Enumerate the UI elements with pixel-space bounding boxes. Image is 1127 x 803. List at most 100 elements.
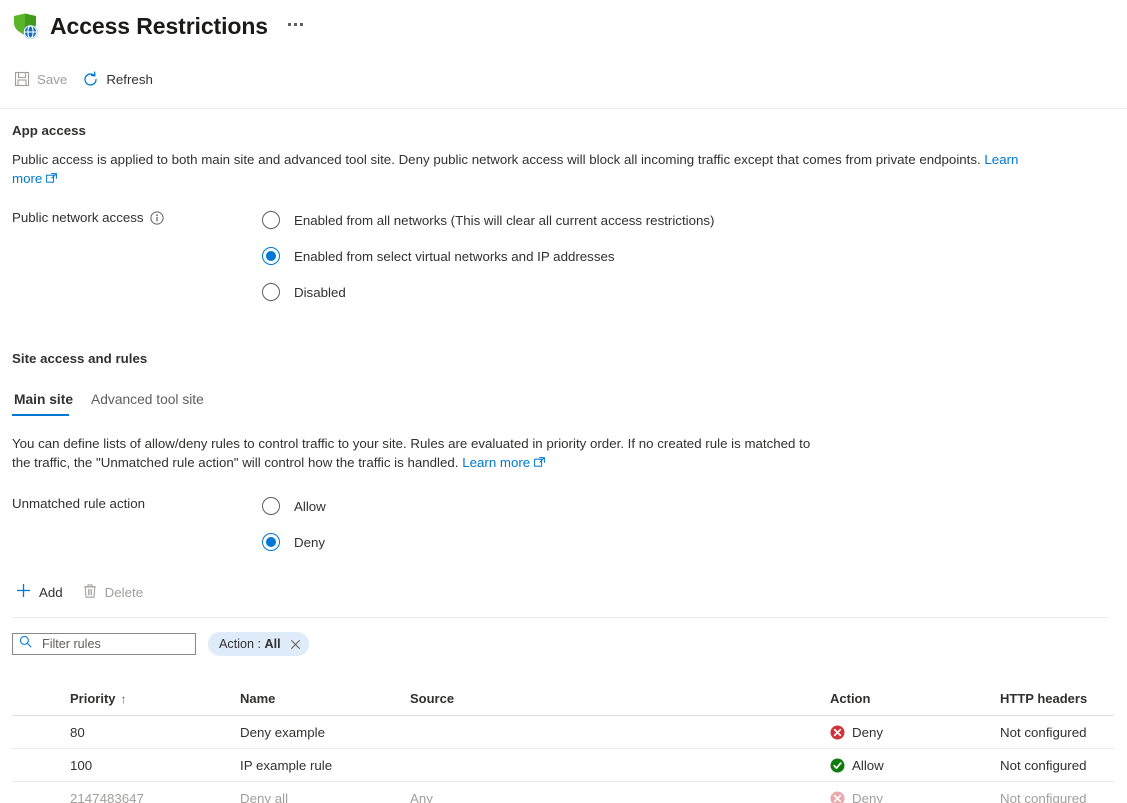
row-name: Deny example — [240, 724, 325, 740]
allow-icon — [830, 758, 845, 773]
row-action-label: Allow — [852, 757, 884, 773]
radio-unmatched-deny[interactable]: Deny — [262, 531, 1115, 553]
deny-icon — [830, 791, 845, 803]
row-source: Any — [410, 790, 433, 803]
column-header-priority[interactable]: Priority ↑ — [70, 691, 240, 706]
radio-unmatched-allow[interactable]: Allow — [262, 495, 1115, 517]
tab-main-site[interactable]: Main site — [12, 388, 79, 416]
shield-globe-icon — [10, 11, 40, 41]
filter-rules-searchbox[interactable] — [12, 633, 204, 655]
refresh-icon — [82, 71, 99, 88]
refresh-button[interactable]: Refresh — [80, 63, 162, 95]
save-button[interactable]: Save — [12, 63, 76, 95]
row-action-label: Deny — [852, 790, 884, 803]
row-priority: 100 — [70, 757, 93, 773]
row-action-label: Deny — [852, 724, 884, 740]
unmatched-rule-action-radio-group: Allow Deny — [262, 495, 1115, 553]
row-http-headers: Not configured — [1000, 790, 1087, 803]
row-http-headers: Not configured — [1000, 724, 1087, 740]
column-header-priority-label: Priority — [70, 691, 116, 706]
action-filter-pill[interactable]: Action : All — [208, 632, 309, 656]
row-priority: 2147483647 — [70, 790, 144, 803]
table-header-row: Priority ↑ Name Source Action HTTP header… — [12, 682, 1114, 716]
row-priority: 80 — [70, 724, 85, 740]
content-area: App access Public access is applied to b… — [0, 123, 1127, 803]
delete-rule-button[interactable]: Delete — [79, 577, 153, 607]
save-label: Save — [37, 71, 68, 87]
radio-enabled-all-networks[interactable]: Enabled from all networks (This will cle… — [262, 209, 1115, 231]
unmatched-rule-action-field: Unmatched rule action Allow Deny — [12, 495, 1115, 553]
column-header-name[interactable]: Name — [240, 691, 410, 706]
action-filter-pill-value: All — [264, 637, 281, 651]
dot-3 — [299, 22, 303, 26]
clear-action-filter-icon[interactable] — [290, 639, 301, 650]
app-access-heading: App access — [12, 123, 86, 138]
external-link-icon-2 — [534, 454, 546, 473]
site-access-description: You can define lists of allow/deny rules… — [12, 434, 832, 473]
save-icon — [14, 71, 30, 87]
sort-ascending-icon: ↑ — [120, 692, 127, 706]
row-name: IP example rule — [240, 757, 333, 773]
tab-advanced-tool-site-label: Advanced tool site — [91, 392, 204, 407]
action-filter-pill-label: Action : — [219, 637, 261, 651]
site-access-heading: Site access and rules — [12, 351, 148, 366]
search-icon — [19, 635, 32, 653]
title-bar: Access Restrictions — [0, 0, 1127, 44]
site-tabs: Main site Advanced tool site — [12, 388, 1115, 416]
trash-icon — [82, 583, 98, 602]
table-row[interactable]: 80 Deny example Deny Not configured — [12, 716, 1114, 749]
radio-enabled-select-networks[interactable]: Enabled from select virtual networks and… — [262, 245, 1115, 267]
external-link-icon — [46, 170, 58, 189]
public-network-access-radio-group: Enabled from all networks (This will cle… — [262, 209, 1115, 303]
tab-main-site-label: Main site — [14, 392, 74, 407]
refresh-label: Refresh — [106, 71, 153, 87]
radio-unmatched-allow-circle[interactable] — [262, 497, 280, 515]
column-header-action[interactable]: Action — [830, 691, 1000, 706]
rules-toolbar-divider — [12, 617, 1109, 618]
app-access-description-text: Public access is applied to both main si… — [12, 152, 981, 167]
radio-enabled-select-networks-circle[interactable] — [262, 247, 280, 265]
more-options-button[interactable] — [284, 17, 307, 36]
command-bar-divider — [0, 108, 1127, 109]
row-action: Deny — [830, 725, 1000, 740]
radio-disabled-circle[interactable] — [262, 283, 280, 301]
public-network-access-label: Public network access — [12, 210, 144, 225]
public-network-access-label-group: Public network access — [12, 209, 262, 303]
dot-2 — [293, 22, 297, 26]
table-row[interactable]: 100 IP example rule Allow Not configured — [12, 749, 1114, 782]
column-header-http-headers[interactable]: HTTP headers — [1000, 691, 1114, 706]
radio-enabled-select-networks-label: Enabled from select virtual networks and… — [294, 248, 615, 264]
site-access-description-text: You can define lists of allow/deny rules… — [12, 436, 811, 470]
access-restrictions-table: Priority ↑ Name Source Action HTTP header… — [12, 682, 1114, 803]
app-access-description: Public access is applied to both main si… — [12, 150, 1052, 189]
filter-rules-input[interactable] — [42, 637, 204, 651]
radio-disabled-label: Disabled — [294, 284, 346, 300]
row-action: Deny — [830, 791, 1000, 803]
rules-toolbar: Add Delete — [12, 577, 1115, 607]
row-name: Deny all — [240, 790, 289, 803]
column-header-source[interactable]: Source — [410, 691, 830, 706]
filter-bar: Action : All — [12, 632, 1115, 656]
deny-icon — [830, 725, 845, 740]
row-http-headers: Not configured — [1000, 757, 1087, 773]
plus-icon — [15, 582, 32, 602]
action-filter-pill-text: Action : All — [219, 637, 281, 651]
add-rule-button[interactable]: Add — [12, 577, 73, 607]
radio-disabled[interactable]: Disabled — [262, 281, 1115, 303]
access-restrictions-page: Access Restrictions Save Refresh App acc… — [0, 0, 1127, 803]
site-access-learn-more-link[interactable]: Learn more — [462, 455, 530, 470]
page-title: Access Restrictions — [50, 13, 268, 39]
unmatched-rule-action-label: Unmatched rule action — [12, 496, 146, 511]
info-icon[interactable] — [149, 211, 164, 228]
dot-1 — [287, 22, 291, 26]
row-action: Allow — [830, 758, 1000, 773]
delete-rule-label: Delete — [104, 584, 144, 600]
radio-unmatched-allow-label: Allow — [294, 498, 326, 514]
command-bar: Save Refresh — [12, 62, 1127, 96]
radio-enabled-all-networks-circle[interactable] — [262, 211, 280, 229]
radio-unmatched-deny-label: Deny — [294, 534, 326, 550]
tab-advanced-tool-site[interactable]: Advanced tool site — [89, 388, 210, 416]
table-row[interactable]: 2147483647 Deny all Any Deny Not configu… — [12, 782, 1114, 803]
public-network-access-field: Public network access Enabled from all n… — [12, 209, 1115, 303]
radio-unmatched-deny-circle[interactable] — [262, 533, 280, 551]
